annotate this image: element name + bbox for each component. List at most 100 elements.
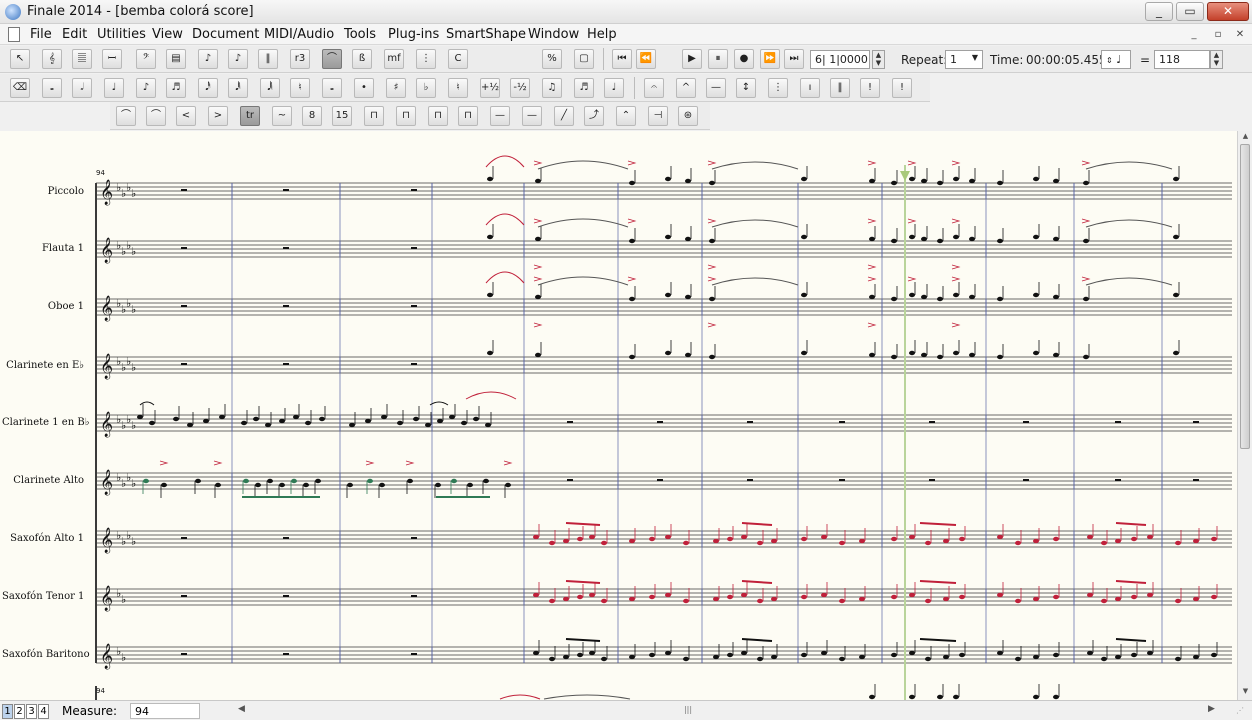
smartshape-tool-icon[interactable]: ⌒ [322,49,342,69]
menu-smartshape[interactable]: SmartShape [446,27,526,42]
sixteenth-note-icon[interactable]: ♬ [166,78,186,98]
page-layout-tool-icon[interactable]: ▢ [574,49,594,69]
eighth-note-icon[interactable]: ♪ [136,78,156,98]
score-canvas[interactable]: 𝄞 ♭ ♭ ♭ ♭ 𝄞 ♭ ♭ ♭ ♭ 𝄞 ♭ ♭ ♭ ♭ 𝄞 ♭ ♭ ♭ ♭ 𝄞 ♭ ♭ ♭ ♭ 𝄞 ♭ ♭ ♭ ♭ 𝄞 ♭ ♭ ♭ ♭ 𝄞 ♭ ♭ 𝄞 ♭… [0,131,1237,700]
half-rest-icon[interactable]: 𝅝 [322,78,342,98]
single-bracket-icon[interactable]: ⊓ [428,106,448,126]
resize-tool-icon[interactable]: % [542,49,562,69]
speedy-entry-tool-icon[interactable]: ♪ [228,49,248,69]
menu-plug-ins[interactable]: Plug-ins [388,27,439,42]
stem-icon[interactable]: ı [800,78,820,98]
eraser-icon[interactable]: ⌫ [10,78,30,98]
flip-icon[interactable]: ↕ [736,78,756,98]
maximize-button[interactable]: ▭ [1176,2,1204,21]
dashed-single-bracket-icon[interactable]: ⊓ [458,106,478,126]
whole-note-icon[interactable]: 𝅝 [42,78,62,98]
playback-counter[interactable]: 6| 1|0000 [810,50,870,69]
document-close-button[interactable]: ✕ [1232,27,1248,42]
grace-note-icon[interactable]: ♩ [604,78,624,98]
fast-forward-icon[interactable]: ⏩ [760,49,780,69]
counter-spinner[interactable]: ▲ ▼ [872,50,885,69]
tempo-unit-select[interactable]: ⇕ ♩ [1101,50,1131,69]
page-button-3[interactable]: 3 [26,704,37,719]
resize-grip-icon[interactable]: ⋰ [1236,706,1248,718]
scroll-right-icon[interactable]: ▶ [1208,704,1215,714]
expression-tool-icon[interactable]: mf [384,49,404,69]
staff-tool-icon[interactable]: 𝄞 [42,49,62,69]
scroll-down-icon[interactable]: ▼ [1240,687,1251,698]
slur-icon[interactable]: ⌒ [116,106,136,126]
tempo-input[interactable]: 118 [1154,50,1210,69]
hyperscribe-tool-icon[interactable]: ‖ [258,49,278,69]
clef-tool-icon[interactable]: 𝄢 [136,49,156,69]
repeat-select[interactable]: 1 ▼ [945,50,983,69]
document-restore-button[interactable]: ▫ [1210,27,1226,42]
menu-help[interactable]: Help [587,27,617,42]
vertical-scrollbar[interactable]: ▲ ▼ [1237,131,1252,700]
fermata-icon[interactable]: 𝄐 [644,78,664,98]
tuplet-entry-icon[interactable]: ♬ [574,78,594,98]
measure-input[interactable]: 94 [130,703,200,719]
dot-icon[interactable]: • [354,78,374,98]
record-icon[interactable]: ● [734,49,754,69]
measure-tool-icon[interactable]: ▤ [166,49,186,69]
accent-one-icon[interactable]: ! [860,78,880,98]
flat-icon[interactable]: ♭ [416,78,436,98]
page-button-2[interactable]: 2 [14,704,25,719]
menu-document[interactable]: Document [192,27,259,42]
natural-icon[interactable]: ♮ [448,78,468,98]
hundred-twenty-eighth-note-icon[interactable]: 𝅘𝅥𝅲 [260,78,280,98]
bar-icon[interactable]: ‖ [830,78,850,98]
menu-view[interactable]: View [152,27,183,42]
selection-tool-icon[interactable]: ↖ [10,49,30,69]
scroll-left-icon[interactable]: ◀ [238,704,245,714]
menu-utilities[interactable]: Utilities [97,27,146,42]
articulation-tool-icon[interactable]: ß [352,49,372,69]
menu-file[interactable]: File [30,27,52,42]
pause-icon[interactable]: ⏸ [708,49,728,69]
tie-icon[interactable]: ♫ [542,78,562,98]
marcato-icon[interactable]: ^ [676,78,696,98]
smartshape-options-icon[interactable]: ⊛ [678,106,698,126]
menu-midi-audio[interactable]: MIDI/Audio [264,27,334,42]
staccato-icon[interactable]: ⋮ [768,78,788,98]
half-note-icon[interactable]: 𝅗𝅥 [72,78,92,98]
dashed-bracket-icon[interactable]: ⊓ [396,106,416,126]
decrescendo-icon[interactable]: > [208,106,228,126]
tempo-spinner[interactable]: ▲ ▼ [1210,50,1223,69]
bracket-icon[interactable]: ⊓ [364,106,384,126]
forward-to-end-icon[interactable]: ⏭ [784,49,804,69]
menu-tools[interactable]: Tools [344,27,376,42]
repeat-tool-icon[interactable]: ⋮ [416,49,436,69]
rewind-to-start-icon[interactable]: ⏮ [612,49,632,69]
document-minimize-button[interactable]: _ [1186,27,1202,42]
page-button-1[interactable]: 1 [2,704,13,719]
trill-icon[interactable]: tr [240,106,260,126]
tuplet-tool-icon[interactable]: r3 [290,49,310,69]
raise-half-step-icon[interactable]: +½ [480,78,500,98]
minimize-button[interactable]: _ [1145,2,1173,21]
time-signature-tool-icon[interactable]: 𝄩 [102,49,122,69]
sharp-icon[interactable]: ♯ [386,78,406,98]
whole-rest-icon[interactable]: ♮ [290,78,310,98]
scroll-up-icon[interactable]: ▲ [1240,132,1251,143]
accent-two-icon[interactable]: ! [892,78,912,98]
lower-half-step-icon[interactable]: -½ [510,78,530,98]
quindicesima-icon[interactable]: 15 [332,106,352,126]
sixty-fourth-note-icon[interactable]: 𝅘𝅥𝅱 [228,78,248,98]
key-signature-tool-icon[interactable]: 𝄚 [72,49,92,69]
bend-hat-icon[interactable]: ⤴ [584,106,604,126]
document-icon[interactable] [8,27,20,42]
dashed-line-icon[interactable]: — [522,106,542,126]
ottava-icon[interactable]: 8 [302,106,322,126]
close-button[interactable]: ✕ [1207,2,1249,21]
thirty-second-note-icon[interactable]: 𝅘𝅥𝅰 [198,78,218,98]
dashed-slur-icon[interactable]: ⌒ [146,106,166,126]
hat-icon[interactable]: ⌃ [616,106,636,126]
vertical-scroll-thumb[interactable] [1240,144,1250,449]
custom-line-icon[interactable]: ⊣ [648,106,668,126]
line-icon[interactable]: — [490,106,510,126]
menu-window[interactable]: Window [528,27,579,42]
glissando-icon[interactable]: ╱ [554,106,574,126]
rewind-icon[interactable]: ⏪ [636,49,656,69]
